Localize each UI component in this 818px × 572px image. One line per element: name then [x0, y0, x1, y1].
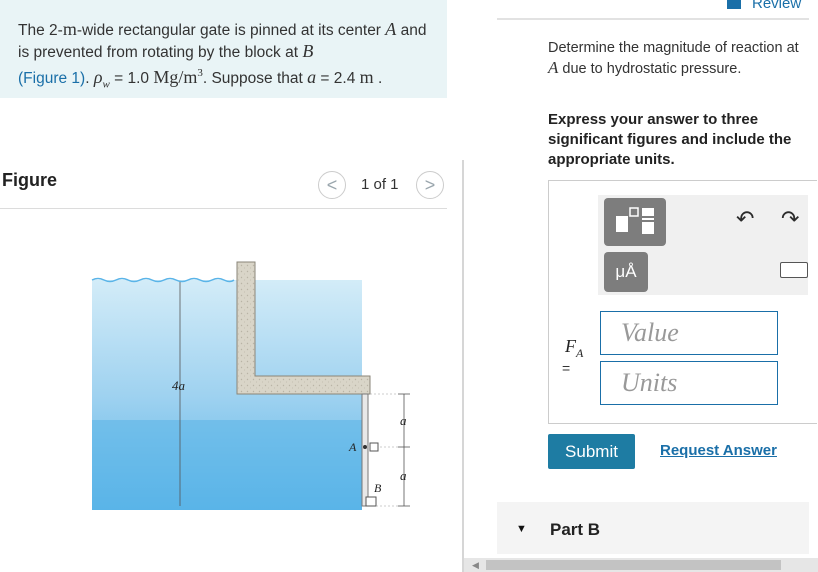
horizontal-scrollbar[interactable]: ◀ [464, 558, 818, 572]
units-button[interactable]: μÅ [604, 252, 648, 292]
figure-diagram: 4a a a A B [91, 261, 410, 510]
part-b-header[interactable] [497, 502, 809, 554]
gate [361, 393, 369, 507]
part-b-label[interactable]: Part B [550, 520, 600, 540]
prev-figure-button[interactable]: < [318, 171, 346, 199]
label-A: A [348, 440, 357, 454]
unit-density: Mg/m3 [153, 67, 203, 87]
answer-symbol-subscript: A [576, 346, 584, 360]
figure-divider [0, 208, 447, 209]
var-a: a [307, 67, 317, 87]
label-a-bottom: a [400, 468, 407, 483]
var-A: A [548, 58, 559, 77]
scroll-left-icon[interactable]: ◀ [472, 560, 479, 571]
equals-sign: = [562, 360, 571, 376]
request-answer-link[interactable]: Request Answer [660, 442, 777, 459]
problem-statement: The 2-m-wide rectangular gate is pinned … [0, 0, 447, 98]
expand-caret-icon[interactable]: ▼ [516, 523, 527, 535]
review-link[interactable]: Review [752, 0, 801, 12]
units-input[interactable]: Units [600, 361, 778, 405]
problem-text-part: -wide rectangular gate is pinned at its … [76, 22, 386, 39]
problem-text-part: = 1.0 [109, 70, 154, 87]
figure-link[interactable]: (Figure 1) [18, 70, 85, 87]
label-B: B [374, 481, 382, 495]
problem-text-part: The 2- [18, 22, 63, 39]
next-figure-button[interactable]: > [416, 171, 444, 199]
pin-A-dot [363, 445, 367, 449]
question-text: Determine the magnitude of reaction at A… [548, 40, 799, 77]
water-deep [92, 420, 362, 510]
figure-counter: 1 of 1 [361, 176, 399, 193]
templates-button[interactable] [604, 198, 666, 246]
block-B-icon [365, 496, 377, 507]
answer-symbol: F [565, 336, 576, 356]
var-A: A [385, 19, 397, 39]
answer-instructions: Express your answer to three significant… [548, 111, 792, 168]
problem-text: The 2-m-wide rectangular gate is pinned … [18, 19, 438, 96]
undo-icon[interactable]: ↶ [736, 206, 754, 232]
review-icon[interactable] [727, 0, 741, 9]
var-B: B [302, 41, 314, 61]
unit-m: m [359, 67, 374, 87]
label-a-top: a [400, 413, 407, 428]
problem-text-part: = 2.4 [316, 70, 360, 87]
problem-text-part: . [85, 70, 94, 87]
label-4a: 4a [172, 378, 186, 393]
figure-title: Figure [2, 170, 58, 190]
scrollbar-thumb[interactable] [486, 560, 781, 570]
pin-A-icon [369, 442, 379, 452]
keyboard-icon[interactable] [780, 262, 808, 278]
value-input[interactable]: Value [600, 311, 778, 355]
templates-icon [616, 207, 654, 234]
problem-text-part: . [373, 70, 383, 87]
redo-icon[interactable]: ↷ [781, 206, 799, 232]
var-rho: ρw [93, 67, 110, 91]
pane-divider[interactable] [462, 160, 464, 572]
problem-text-part: . Suppose that [202, 70, 308, 87]
submit-button[interactable]: Submit [548, 434, 635, 469]
unit-m: m [62, 19, 77, 39]
